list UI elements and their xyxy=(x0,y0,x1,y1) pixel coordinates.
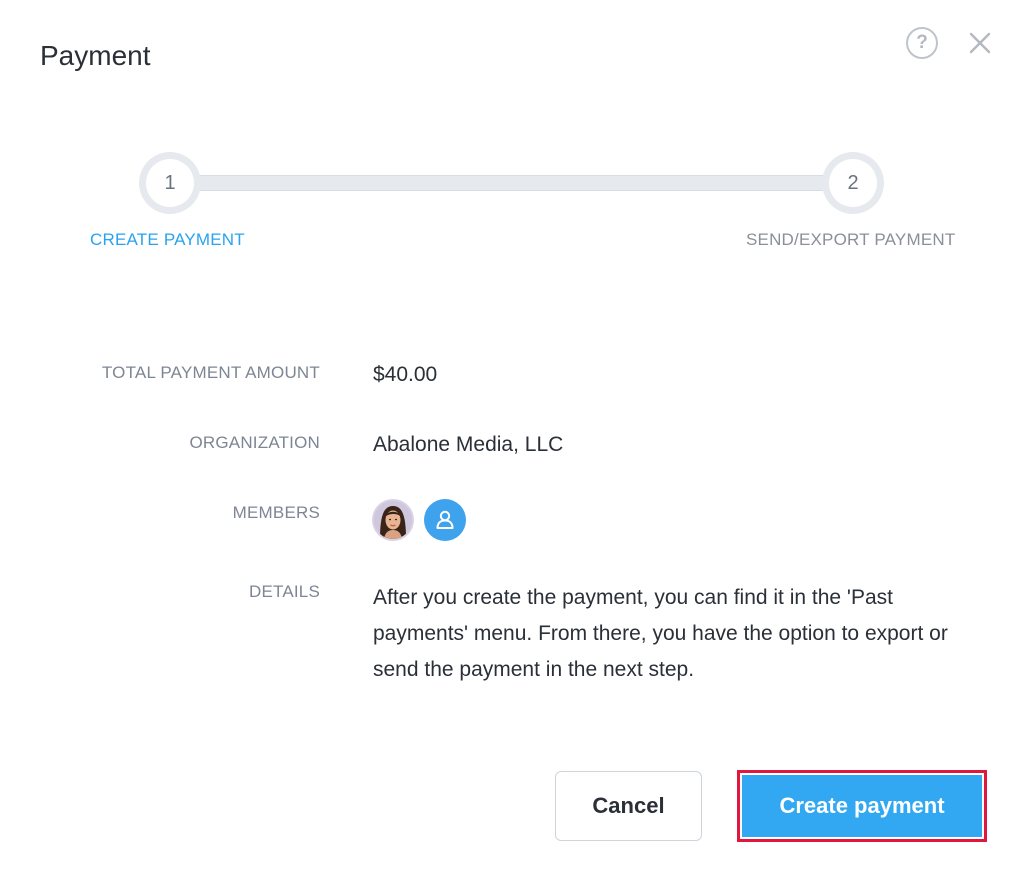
total-amount-value: $40.00 xyxy=(373,363,438,386)
total-amount-label: TOTAL PAYMENT AMOUNT xyxy=(101,363,320,382)
details-text: After you create the payment, you can fi… xyxy=(373,586,948,681)
step-2-number: 2 xyxy=(829,159,877,207)
details-label: DETAILS xyxy=(249,582,320,601)
members-list xyxy=(372,499,466,541)
member-avatar-photo[interactable] xyxy=(372,499,414,541)
step-1-label: CREATE PAYMENT xyxy=(90,230,245,249)
help-icon[interactable]: ? xyxy=(906,27,938,59)
cancel-button[interactable]: Cancel xyxy=(555,771,702,841)
step-1-number: 1 xyxy=(146,159,194,207)
organization-label: ORGANIZATION xyxy=(189,433,320,452)
create-payment-button[interactable]: Create payment xyxy=(742,775,982,837)
close-icon[interactable] xyxy=(966,29,994,57)
step-2-indicator: 2 xyxy=(822,152,884,214)
organization-value: Abalone Media, LLC xyxy=(373,433,564,456)
stepper-track xyxy=(168,175,854,191)
step-2-label: SEND/EXPORT PAYMENT xyxy=(746,230,956,249)
members-label: MEMBERS xyxy=(232,503,320,522)
step-1-indicator: 1 xyxy=(139,152,201,214)
payment-dialog: Payment ? 1 2 CREATE PAYMENT SEND/EXPORT… xyxy=(0,0,1024,884)
dialog-title: Payment xyxy=(40,40,151,71)
member-avatar-placeholder-icon[interactable] xyxy=(424,499,466,541)
